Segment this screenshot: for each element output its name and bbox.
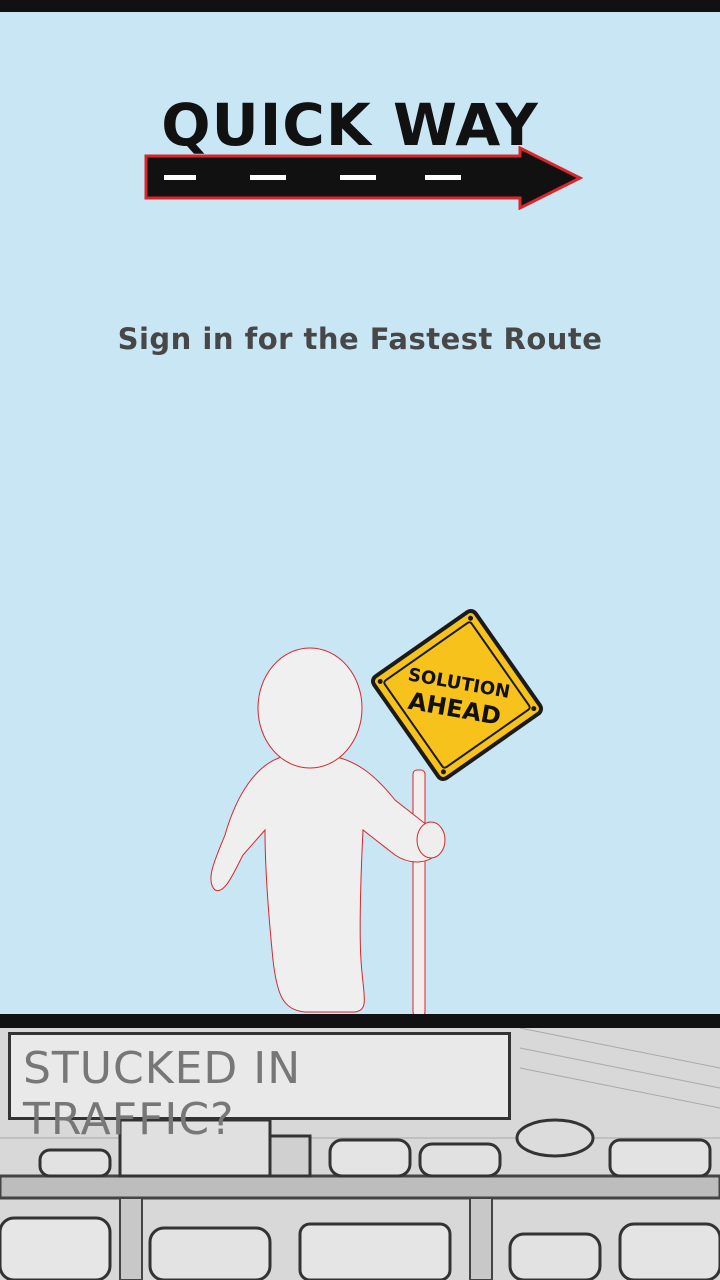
road-arrow-icon	[144, 146, 584, 210]
mascot-sign-illustration: SOLUTION AHEAD	[210, 609, 543, 1014]
comic-caption: STUCKED IN TRAFFIC?	[23, 1043, 302, 1145]
caution-sign: SOLUTION AHEAD	[371, 609, 543, 781]
signin-prompt: Sign in for the Fastest Route	[117, 322, 603, 356]
comic-caption-box: STUCKED IN TRAFFIC?	[8, 1032, 511, 1145]
traffic-comic-banner: STUCKED IN TRAFFIC?	[0, 1028, 720, 1280]
divider	[0, 1014, 720, 1028]
app-logo: QUICK WAY	[140, 90, 590, 220]
status-bar	[0, 0, 720, 12]
